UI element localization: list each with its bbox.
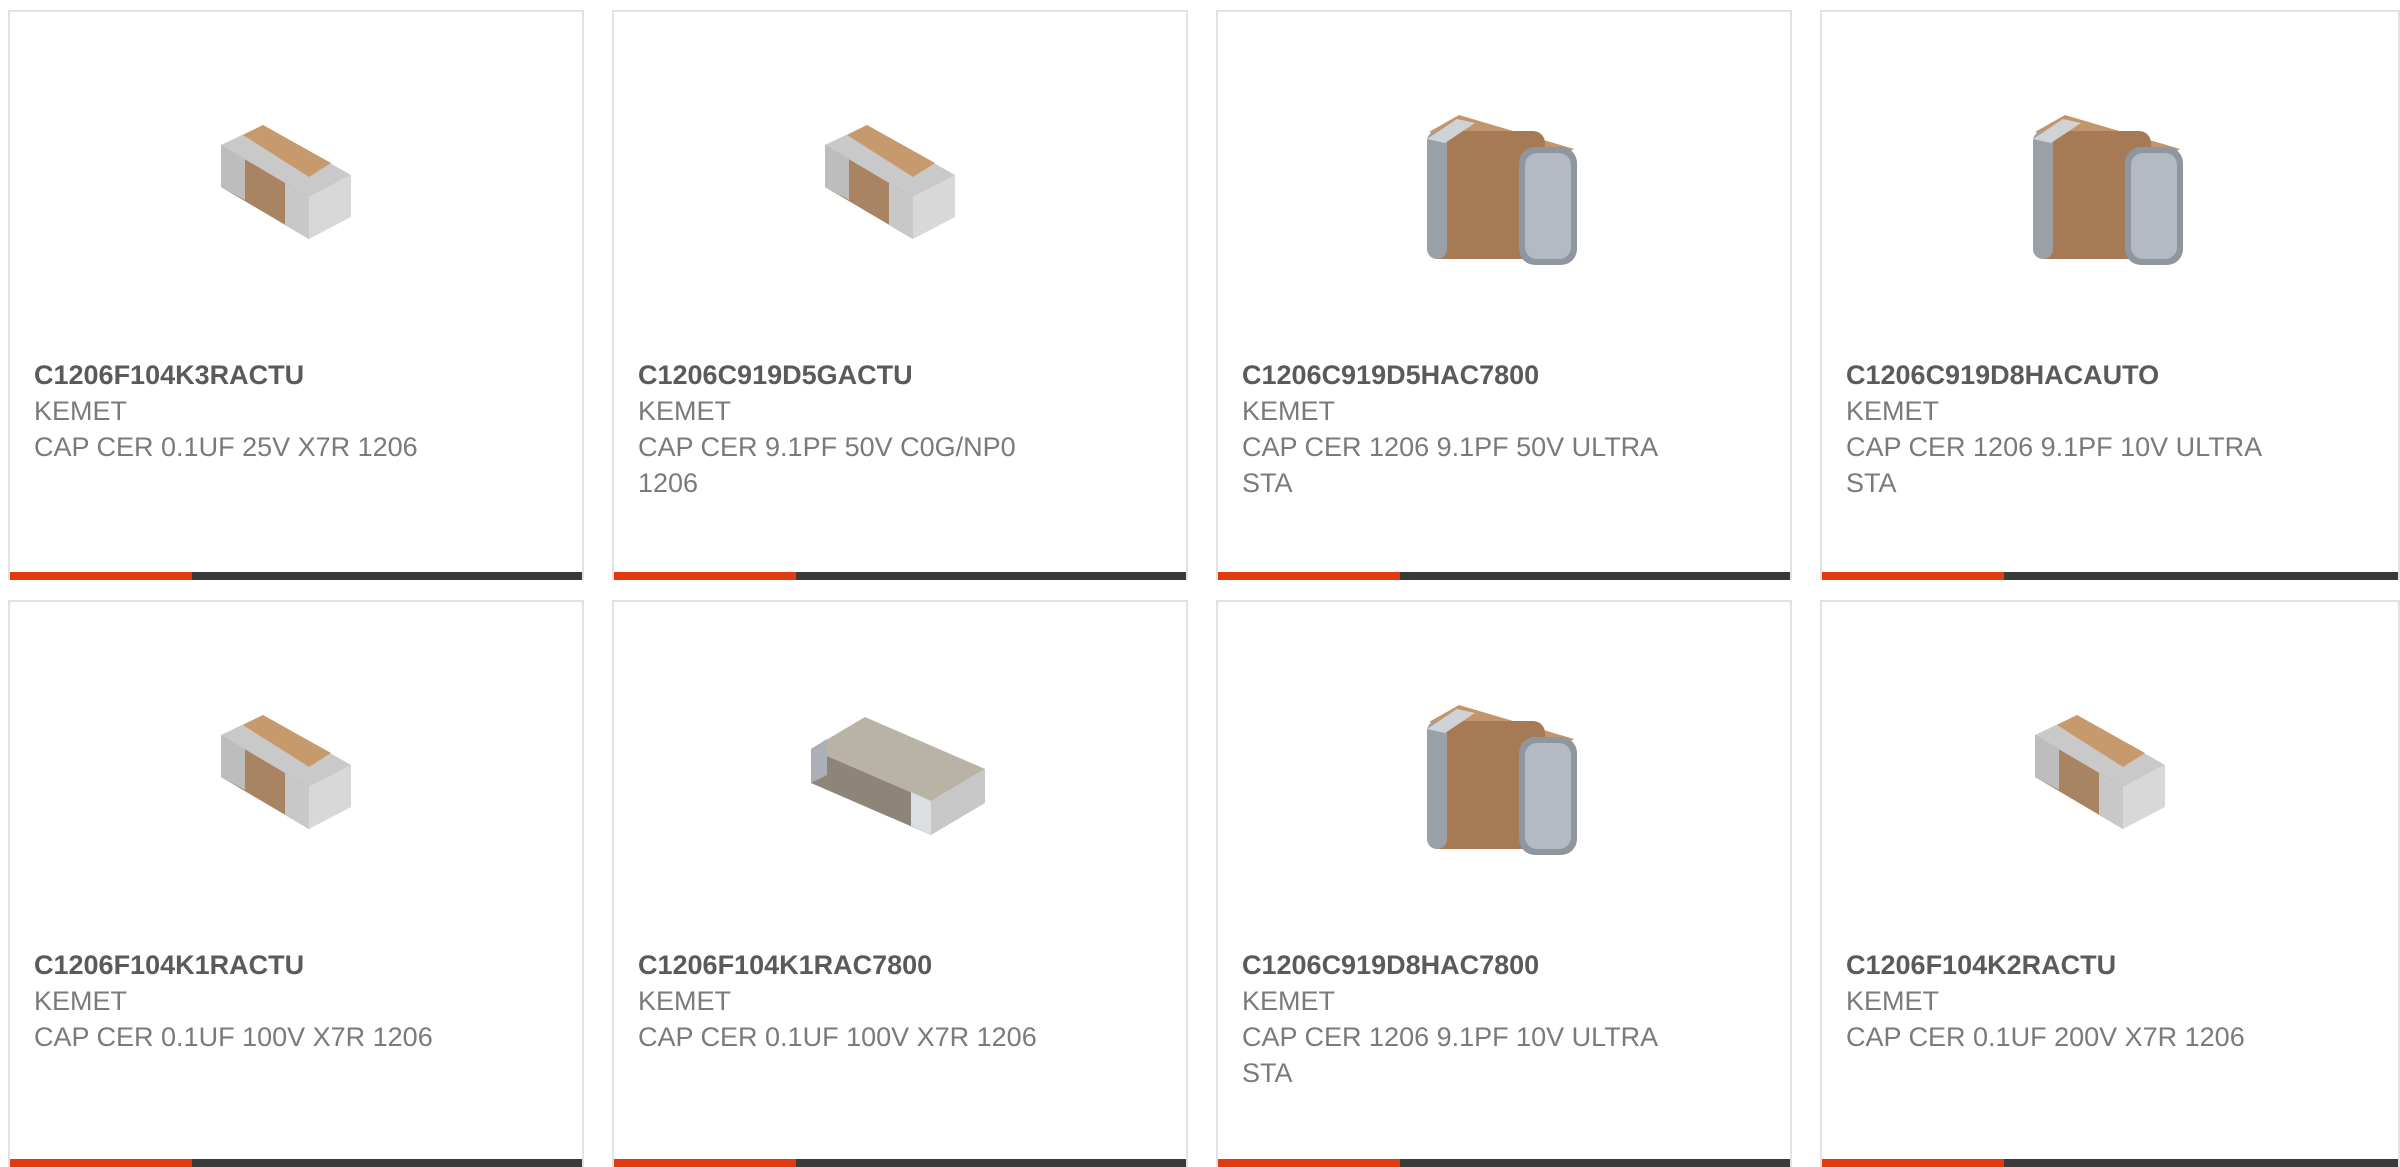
manufacturer: KEMET	[1846, 396, 1940, 426]
card-accent-bar	[1822, 1159, 2398, 1167]
description: CAP CER 1206 9.1PF 10V ULTRA STA	[1242, 1022, 1657, 1088]
card-accent-bar	[614, 1159, 1186, 1167]
part-number-link[interactable]: C1206F104K3RACTU	[34, 357, 542, 393]
small-chip-capacitor-icon	[221, 125, 351, 239]
flat-chip-capacitor-icon	[811, 717, 985, 835]
product-image[interactable]	[614, 72, 1186, 302]
part-number-link[interactable]: C1206F104K1RACTU	[34, 947, 542, 983]
manufacturer: KEMET	[1242, 986, 1336, 1016]
product-card[interactable]: C1206F104K3RACTU KEMET CAP CER 0.1UF 25V…	[8, 10, 584, 580]
description: CAP CER 0.1UF 100V X7R 1206	[34, 1022, 433, 1052]
description: CAP CER 0.1UF 200V X7R 1206	[1846, 1022, 2245, 1052]
description: CAP CER 9.1PF 50V C0G/NP0 1206	[638, 432, 1016, 498]
description: CAP CER 0.1UF 25V X7R 1206	[34, 432, 418, 462]
card-accent-bar	[1218, 572, 1790, 580]
description: CAP CER 1206 9.1PF 50V ULTRA STA	[1242, 432, 1657, 498]
product-image[interactable]	[1822, 72, 2398, 302]
manufacturer: KEMET	[638, 986, 732, 1016]
manufacturer: KEMET	[34, 986, 128, 1016]
small-chip-capacitor-icon	[2035, 715, 2165, 829]
product-image[interactable]	[1218, 72, 1790, 302]
part-number-link[interactable]: C1206C919D8HAC7800	[1242, 947, 1750, 983]
large-chip-capacitor-icon	[1427, 705, 1577, 855]
product-image[interactable]	[1822, 662, 2398, 892]
card-accent-bar	[10, 1159, 582, 1167]
product-image[interactable]	[10, 662, 582, 892]
product-grid: C1206F104K3RACTU KEMET CAP CER 0.1UF 25V…	[0, 0, 2400, 1167]
product-card[interactable]: C1206F104K1RAC7800 KEMET CAP CER 0.1UF 1…	[612, 600, 1188, 1167]
product-image[interactable]	[10, 72, 582, 302]
part-number-link[interactable]: C1206F104K2RACTU	[1846, 947, 2358, 983]
product-image[interactable]	[1218, 662, 1790, 892]
small-chip-capacitor-icon	[825, 125, 955, 239]
card-accent-bar	[10, 572, 582, 580]
manufacturer: KEMET	[34, 396, 128, 426]
card-accent-bar	[1822, 572, 2398, 580]
product-card[interactable]: C1206C919D8HACAUTO KEMET CAP CER 1206 9.…	[1820, 10, 2400, 580]
card-accent-bar	[1218, 1159, 1790, 1167]
large-chip-capacitor-icon	[2033, 115, 2183, 265]
product-card[interactable]: C1206F104K1RACTU KEMET CAP CER 0.1UF 100…	[8, 600, 584, 1167]
large-chip-capacitor-icon	[1427, 115, 1577, 265]
part-number-link[interactable]: C1206C919D5GACTU	[638, 357, 1146, 393]
part-number-link[interactable]: C1206C919D8HACAUTO	[1846, 357, 2358, 393]
description: CAP CER 0.1UF 100V X7R 1206	[638, 1022, 1037, 1052]
manufacturer: KEMET	[638, 396, 732, 426]
product-card[interactable]: C1206C919D8HAC7800 KEMET CAP CER 1206 9.…	[1216, 600, 1792, 1167]
manufacturer: KEMET	[1846, 986, 1940, 1016]
manufacturer: KEMET	[1242, 396, 1336, 426]
card-accent-bar	[614, 572, 1186, 580]
part-number-link[interactable]: C1206C919D5HAC7800	[1242, 357, 1750, 393]
product-card[interactable]: C1206C919D5GACTU KEMET CAP CER 9.1PF 50V…	[612, 10, 1188, 580]
product-card[interactable]: C1206C919D5HAC7800 KEMET CAP CER 1206 9.…	[1216, 10, 1792, 580]
product-card[interactable]: C1206F104K2RACTU KEMET CAP CER 0.1UF 200…	[1820, 600, 2400, 1167]
small-chip-capacitor-icon	[221, 715, 351, 829]
description: CAP CER 1206 9.1PF 10V ULTRA STA	[1846, 432, 2261, 498]
part-number-link[interactable]: C1206F104K1RAC7800	[638, 947, 1146, 983]
product-image[interactable]	[614, 662, 1186, 892]
